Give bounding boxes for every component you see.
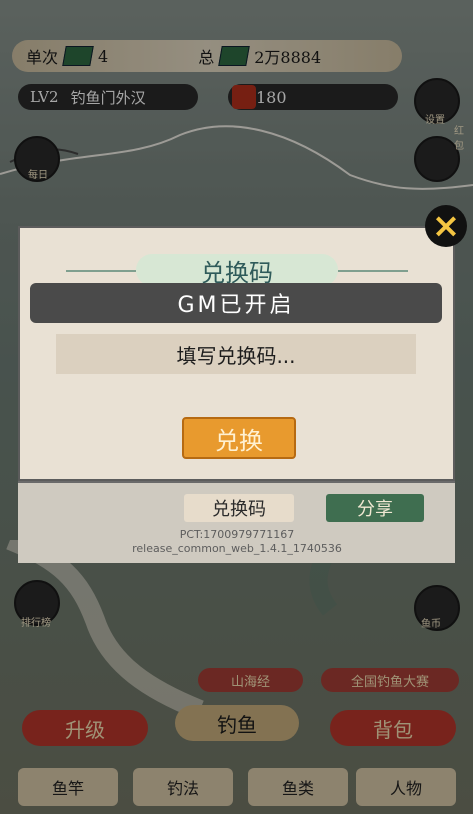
redeem-code-button[interactable]: 兑换码 — [184, 494, 294, 522]
share-button[interactable]: 分享 — [326, 494, 424, 522]
close-icon[interactable]: × — [425, 205, 467, 247]
gm-status: GM已开启 — [30, 283, 442, 323]
modal-title: 兑换码 — [66, 254, 408, 287]
version-info: PCT:1700979771167 release_common_web_1.4… — [127, 528, 347, 556]
release-text: release_common_web_1.4.1_1740536 — [132, 542, 342, 555]
redeem-input[interactable]: 填写兑换码... — [56, 334, 416, 374]
confirm-button[interactable]: 兑换 — [182, 417, 296, 459]
pct-text: PCT:1700979771167 — [179, 528, 295, 541]
